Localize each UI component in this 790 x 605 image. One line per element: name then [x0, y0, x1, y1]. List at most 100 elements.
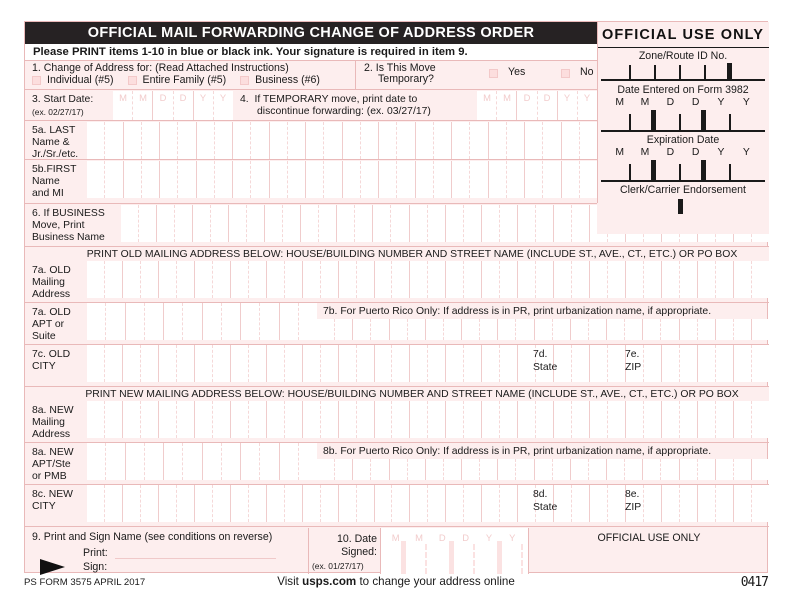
char-cell[interactable] [698, 319, 716, 340]
char-cell[interactable] [497, 91, 518, 120]
char-cell[interactable] [229, 205, 248, 242]
char-cell[interactable] [572, 401, 591, 438]
char-cell[interactable] [607, 319, 626, 340]
char-cell[interactable] [177, 345, 195, 382]
char-cell[interactable] [303, 261, 321, 298]
char-cell[interactable] [288, 122, 306, 159]
char-cell[interactable] [231, 485, 249, 522]
char-cell[interactable] [303, 401, 321, 438]
char-cell[interactable] [339, 485, 357, 522]
char-cell[interactable] [482, 485, 501, 522]
char-cell[interactable] [698, 345, 716, 382]
char-cell[interactable] [194, 91, 214, 120]
char-cell[interactable] [535, 459, 553, 480]
char-cell[interactable] [106, 443, 126, 480]
char-cell[interactable] [249, 261, 267, 298]
char-cell[interactable] [608, 401, 627, 438]
char-cell[interactable] [159, 345, 177, 382]
char-cell[interactable] [299, 303, 317, 340]
char-cell[interactable] [231, 345, 249, 382]
char-cell[interactable] [249, 401, 267, 438]
char-cell[interactable] [644, 345, 662, 382]
char-cell[interactable] [251, 161, 270, 198]
char-cell[interactable] [195, 401, 213, 438]
char-cell[interactable] [123, 485, 141, 522]
char-cell[interactable] [121, 205, 140, 242]
char-cell[interactable] [680, 485, 698, 522]
char-cell[interactable] [375, 485, 393, 522]
char-cell[interactable] [280, 303, 299, 340]
item7a-mailing-address-cells[interactable] [87, 261, 769, 298]
char-cell[interactable] [390, 319, 408, 340]
char-cell[interactable] [698, 459, 716, 480]
char-cell[interactable] [480, 459, 499, 480]
char-cell[interactable] [343, 161, 361, 198]
char-cell[interactable] [157, 205, 176, 242]
char-cell[interactable] [462, 459, 481, 480]
char-cell[interactable] [267, 261, 285, 298]
char-cell[interactable] [353, 319, 372, 340]
char-cell[interactable] [590, 261, 609, 298]
char-cell[interactable] [507, 161, 525, 198]
char-cell[interactable] [231, 401, 249, 438]
char-cell[interactable] [303, 345, 321, 382]
item10-date-cells[interactable] [380, 528, 528, 574]
char-cell[interactable] [285, 485, 303, 522]
char-cell[interactable] [489, 161, 507, 198]
char-cell[interactable] [734, 459, 752, 480]
char-cell[interactable] [123, 401, 141, 438]
char-cell[interactable] [716, 485, 734, 522]
char-cell[interactable] [280, 443, 299, 480]
char-cell[interactable] [317, 319, 336, 340]
char-cell[interactable] [734, 401, 752, 438]
char-cell[interactable] [734, 319, 752, 340]
char-cell[interactable] [215, 122, 233, 159]
char-cell[interactable] [464, 205, 482, 242]
char-cell[interactable] [319, 205, 338, 242]
char-cell[interactable] [105, 401, 123, 438]
char-cell[interactable] [321, 261, 339, 298]
char-cell[interactable] [105, 485, 123, 522]
char-cell[interactable] [644, 485, 662, 522]
char-cell[interactable] [197, 161, 215, 198]
char-cell[interactable] [482, 261, 501, 298]
item5a-name-cells[interactable] [87, 122, 597, 159]
char-cell[interactable] [536, 205, 554, 242]
char-cell[interactable] [251, 122, 270, 159]
checkbox-business[interactable] [240, 75, 250, 85]
char-cell[interactable] [321, 485, 339, 522]
char-cell[interactable] [379, 161, 398, 198]
item7a-apt-cells[interactable] [87, 303, 317, 340]
char-cell[interactable] [183, 303, 203, 340]
char-cell[interactable] [337, 205, 356, 242]
char-cell[interactable] [662, 261, 680, 298]
char-cell[interactable] [222, 303, 241, 340]
char-cell[interactable] [500, 345, 519, 382]
char-cell[interactable] [317, 459, 336, 480]
char-cell[interactable] [142, 161, 160, 198]
char-cell[interactable] [580, 161, 597, 198]
char-cell[interactable] [375, 261, 393, 298]
char-cell[interactable] [572, 485, 591, 522]
char-cell[interactable] [470, 161, 489, 198]
char-cell[interactable] [626, 261, 645, 298]
char-cell[interactable] [470, 122, 489, 159]
char-cell[interactable] [734, 485, 752, 522]
char-cell[interactable] [270, 161, 288, 198]
item8a-mailing-address-cells[interactable] [87, 401, 769, 438]
char-cell[interactable] [590, 485, 609, 522]
char-cell[interactable] [716, 261, 734, 298]
char-cell[interactable] [434, 161, 452, 198]
char-cell[interactable] [589, 319, 607, 340]
char-cell[interactable] [446, 261, 465, 298]
char-cell[interactable] [141, 345, 159, 382]
char-cell[interactable] [562, 161, 580, 198]
char-cell[interactable] [608, 485, 627, 522]
char-cell[interactable] [335, 459, 354, 480]
char-cell[interactable] [177, 401, 195, 438]
char-cell[interactable] [518, 401, 537, 438]
char-cell[interactable] [680, 459, 698, 480]
char-cell[interactable] [87, 345, 105, 382]
char-cell[interactable] [247, 205, 266, 242]
char-cell[interactable] [371, 319, 390, 340]
